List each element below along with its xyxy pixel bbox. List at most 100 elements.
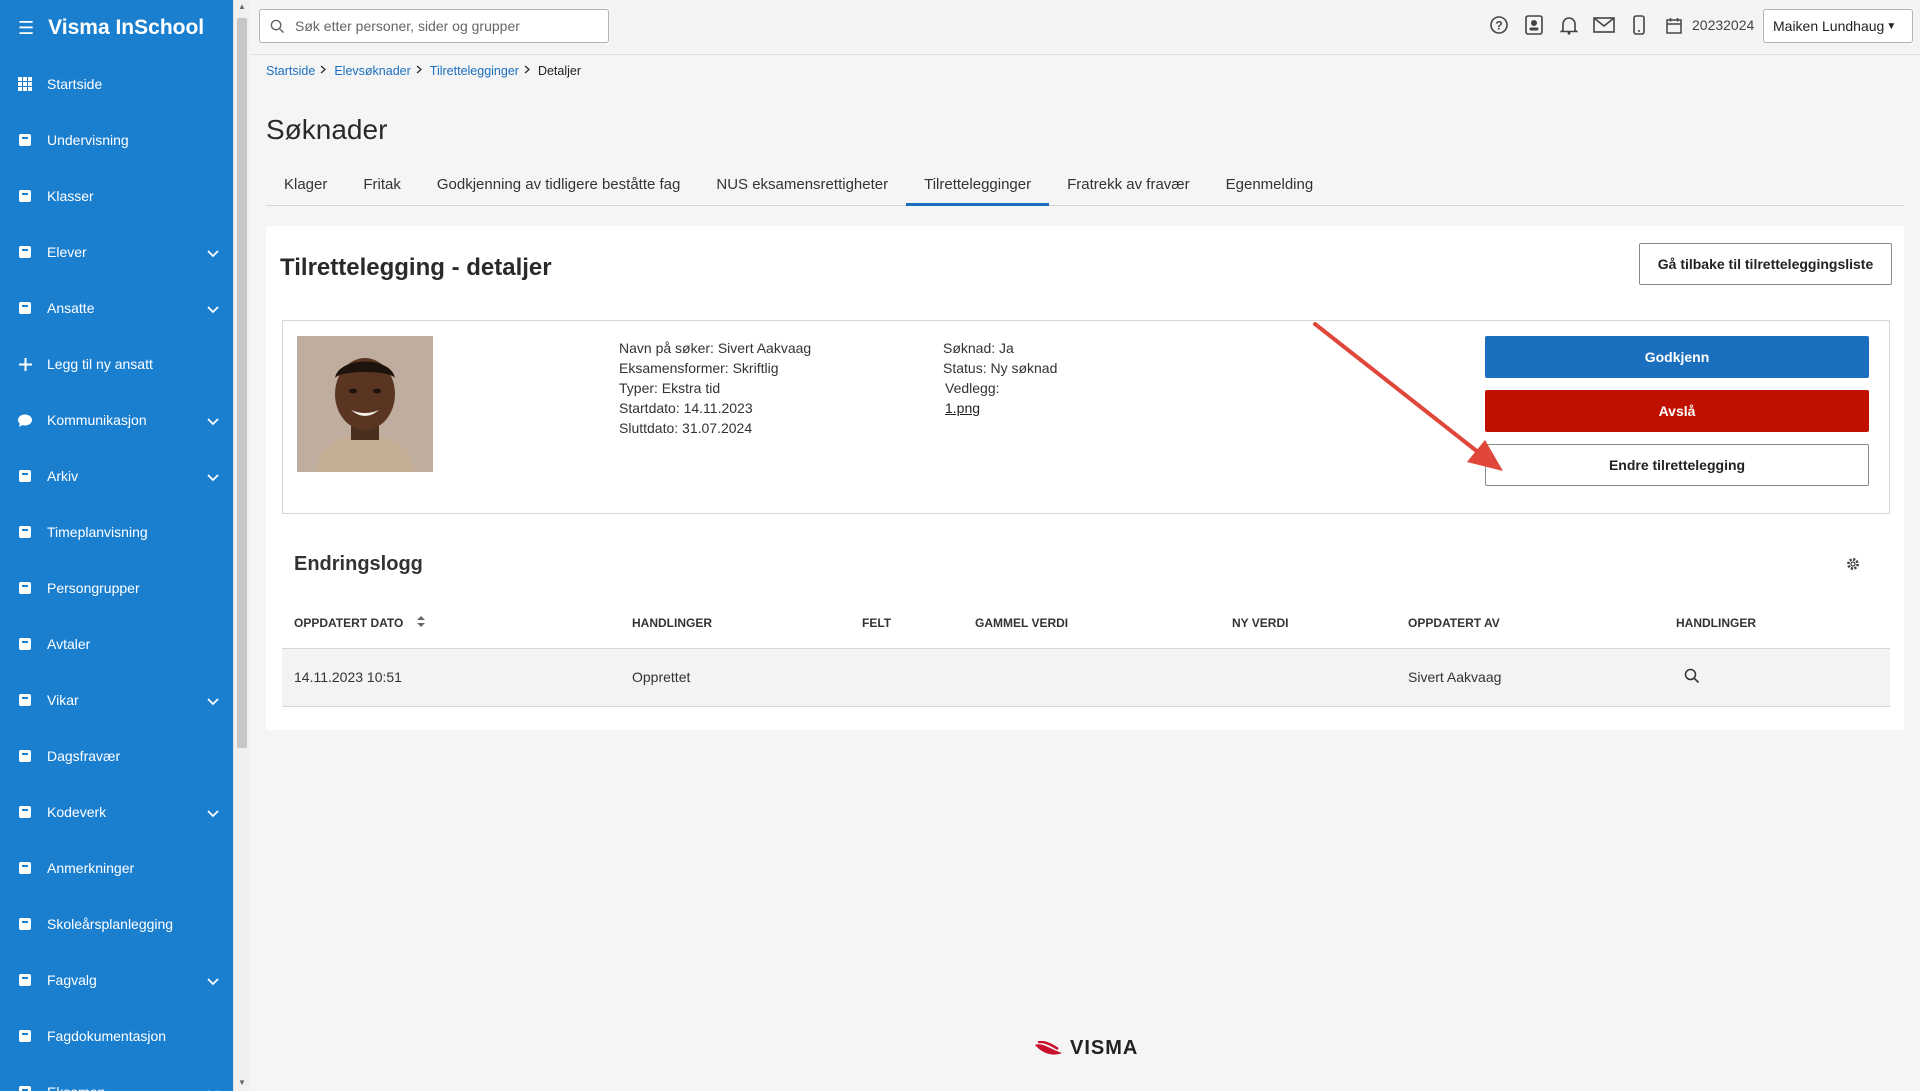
scroll-down-icon[interactable]: ▼	[238, 1078, 246, 1087]
topbar: ? 20232024 Maiken Lundhaug ▼	[250, 0, 1920, 55]
breadcrumb-item[interactable]: Startside	[266, 64, 315, 78]
tab-tilrettelegginger[interactable]: Tilrettelegginger	[906, 164, 1050, 206]
sidebar-item-eksamen[interactable]: Eksamen	[0, 1064, 233, 1091]
caret-down-icon: ▼	[1886, 20, 1897, 32]
sidebar-item-timeplanvisning[interactable]: Timeplanvisning	[0, 504, 233, 560]
class-icon	[17, 188, 33, 204]
tab-nus-eksamensrettigheter[interactable]: NUS eksamensrettigheter	[698, 164, 906, 206]
column-header-label: FELT	[862, 615, 892, 630]
chat-icon	[17, 412, 33, 428]
gear-icon[interactable]	[1845, 556, 1861, 577]
applicant-info-line: Startdato: 14.11.2023	[619, 400, 753, 416]
changelog-table: OPPDATERT DATO HANDLINGER FELT GAMMEL VERDI…	[282, 598, 1890, 707]
sidebar-item-startside[interactable]: Startside	[0, 56, 233, 112]
sidebar-scrollbar[interactable]: ▲ ▼	[233, 0, 250, 1091]
column-header: HANDLINGER	[620, 598, 850, 649]
sidebar-item-label: Legg til ny ansatt	[47, 356, 153, 372]
chevron-down-icon[interactable]	[207, 693, 219, 709]
sidebar-item-label: Anmerkninger	[47, 860, 135, 876]
table-body: 14.11.2023 10:51 Opprettet Sivert Aakvaag	[282, 648, 1890, 707]
sidebar-item-persongrupper[interactable]: Persongrupper	[0, 560, 233, 616]
user-menu[interactable]: Maiken Lundhaug ▼	[1763, 9, 1913, 43]
attachment-link[interactable]: 1.png	[945, 400, 980, 416]
breadcrumb-item[interactable]: Elevsøknader	[334, 64, 410, 78]
column-header-label: OPPDATERT DATO	[294, 615, 404, 630]
hamburger-menu-icon[interactable]: ☰	[18, 18, 34, 39]
footer-logo: VISMA	[1034, 1037, 1138, 1060]
people-icon	[17, 580, 33, 596]
chevron-down-icon[interactable]	[207, 973, 219, 989]
global-search[interactable]	[259, 9, 609, 43]
sidebar-item-avtaler[interactable]: Avtaler	[0, 616, 233, 672]
chevron-down-icon[interactable]	[207, 413, 219, 429]
sidebar-item-label: Kodeverk	[47, 804, 107, 820]
sidebar-item-kommunikasjon[interactable]: Kommunikasjon	[0, 392, 233, 448]
column-header: FELT	[850, 598, 963, 649]
sort-icon[interactable]	[417, 615, 426, 630]
chevron-right-icon	[320, 65, 327, 77]
view-details-icon[interactable]	[1684, 668, 1700, 687]
sidebar-item-anmerkninger[interactable]: Anmerkninger	[0, 840, 233, 896]
table-cell-field	[850, 648, 963, 707]
sidebar-menu: Startside Undervisning Klasser Elever Ansatt…	[0, 56, 233, 1091]
sidebar-item-fagdokumentasjon[interactable]: Fagdokumentasjon	[0, 1008, 233, 1064]
school-year[interactable]: 20232024	[1692, 17, 1754, 33]
sidebar-item-klasser[interactable]: Klasser	[0, 168, 233, 224]
sidebar-item-label: Klasser	[47, 188, 94, 204]
sidebar-item-label: Skoleårsplanlegging	[47, 916, 174, 932]
annotation-arrow	[1313, 322, 1503, 471]
sidebar-item-elever[interactable]: Elever	[0, 224, 233, 280]
sidebar-item-vikar[interactable]: Vikar	[0, 672, 233, 728]
sidebar-item-dagsfravær[interactable]: Dagsfravær	[0, 728, 233, 784]
reject-button[interactable]: Avslå	[1485, 390, 1869, 432]
sidebar-item-kodeverk[interactable]: Kodeverk	[0, 784, 233, 840]
chevron-down-icon[interactable]	[207, 469, 219, 485]
scrollbar-thumb[interactable]	[237, 18, 247, 748]
app-brand[interactable]: ☰ Visma InSchool	[0, 0, 233, 56]
tab-egenmelding[interactable]: Egenmelding	[1208, 164, 1332, 206]
sidebar-item-ansatte[interactable]: Ansatte	[0, 280, 233, 336]
chevron-right-icon	[416, 65, 422, 77]
chevron-down-icon[interactable]	[207, 301, 219, 317]
subject-icon	[17, 972, 33, 988]
chevron-down-icon[interactable]	[207, 805, 219, 821]
mail-icon[interactable]	[1593, 14, 1615, 36]
edit-accommodation-button[interactable]: Endre tilrettelegging	[1485, 444, 1869, 486]
sidebar-item-arkiv[interactable]: Arkiv	[0, 448, 233, 504]
table-cell-actions	[1664, 648, 1890, 707]
help-icon[interactable]: ?	[1488, 14, 1510, 36]
column-header-label: HANDLINGER	[632, 615, 712, 630]
tab-fritak[interactable]: Fritak	[345, 164, 419, 206]
chevron-down-icon[interactable]	[207, 1085, 219, 1091]
mobile-icon[interactable]	[1628, 14, 1650, 36]
attachment-label: Vedlegg:	[945, 380, 1000, 396]
detail-title: Tilrettelegging - detaljer	[280, 254, 552, 281]
table-cell-date: 14.11.2023 10:51	[282, 648, 620, 707]
sidebar-item-skoleårsplanlegging[interactable]: Skoleårsplanlegging	[0, 896, 233, 952]
scroll-up-icon[interactable]: ▲	[238, 2, 246, 11]
chevron-down-icon[interactable]	[207, 245, 219, 261]
sidebar-item-label: Ansatte	[47, 300, 95, 316]
tab-fratrekk-av-fravær[interactable]: Fratrekk av fravær	[1049, 164, 1208, 206]
tab-klager[interactable]: Klager	[266, 164, 345, 206]
column-header[interactable]: OPPDATERT DATO	[282, 598, 620, 649]
brand-title: Visma InSchool	[48, 16, 205, 39]
tab-godkjenning-av-tidligere-beståtte-fag[interactable]: Godkjenning av tidligere beståtte fag	[419, 164, 699, 206]
breadcrumb-item[interactable]: Tilrettelegginger	[430, 64, 519, 78]
sidebar-item-undervisning[interactable]: Undervisning	[0, 112, 233, 168]
calendar-icon[interactable]	[1663, 14, 1685, 36]
tab-bar: Klager Fritak Godkjenning av tidligere bes…	[266, 164, 1904, 206]
applicant-info-line: Typer: Ekstra tid	[619, 380, 721, 396]
bell-icon[interactable]	[1558, 14, 1580, 36]
table-header-row: OPPDATERT DATO HANDLINGER FELT GAMMEL VERDI…	[282, 598, 1890, 649]
hand-icon	[17, 860, 33, 876]
sidebar-item-legg-til-ny-ansatt[interactable]: Legg til ny ansatt	[0, 336, 233, 392]
contact-card-icon[interactable]	[1523, 14, 1545, 36]
sidebar-item-fagvalg[interactable]: Fagvalg	[0, 952, 233, 1008]
calendar-check-icon	[17, 636, 33, 652]
approve-button[interactable]: Godkjenn	[1485, 336, 1869, 378]
back-to-list-button[interactable]: Gå tilbake til tilretteleggingsliste	[1639, 243, 1892, 285]
column-header: HANDLINGER	[1664, 598, 1890, 649]
table-row: 14.11.2023 10:51 Opprettet Sivert Aakvaag	[282, 648, 1890, 707]
search-input[interactable]	[295, 18, 585, 34]
